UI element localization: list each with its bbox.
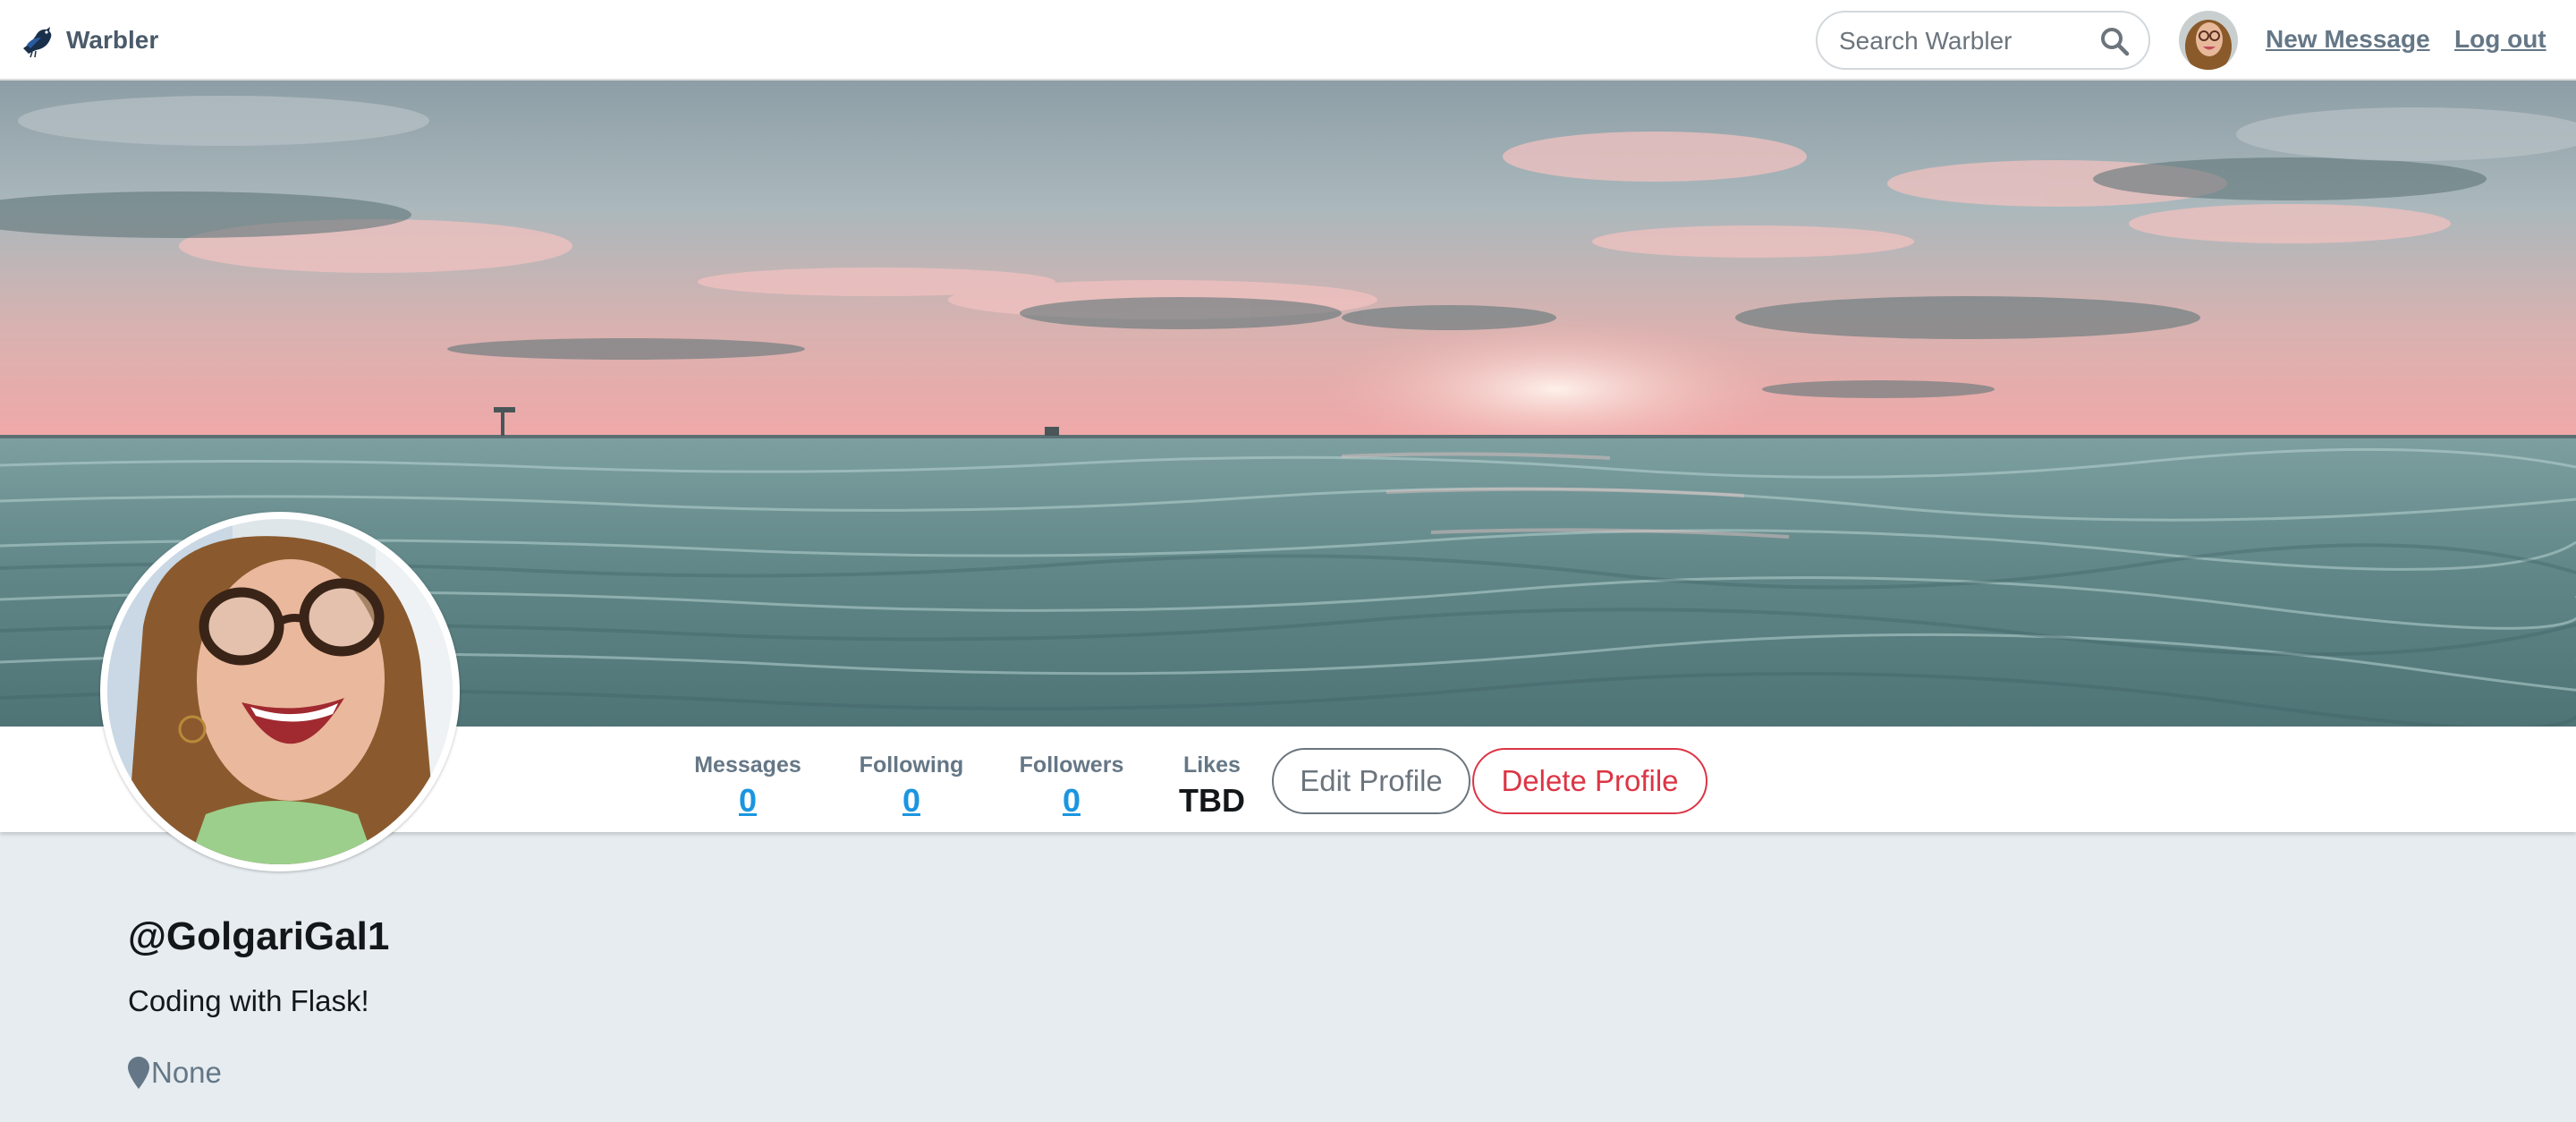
profile-location: None — [128, 1056, 222, 1090]
stat-label: Following — [859, 752, 964, 778]
navbar: Warbler New Message Log out — [0, 0, 2576, 81]
brand-link[interactable]: Warbler — [20, 18, 158, 63]
search-input[interactable] — [1837, 21, 2082, 61]
stat-label: Likes — [1183, 752, 1241, 778]
stat-label: Followers — [1019, 752, 1124, 778]
new-message-link[interactable]: New Message — [2266, 25, 2430, 54]
stat-followers: Followers 0 — [1018, 752, 1125, 821]
profile-bio: Coding with Flask! — [128, 984, 369, 1017]
edit-profile-button[interactable]: Edit Profile — [1272, 748, 1470, 814]
brand-name: Warbler — [66, 26, 159, 54]
search-icon[interactable] — [2098, 25, 2131, 57]
bird-logo-icon — [23, 27, 52, 58]
stat-likes: Likes TBD — [1177, 752, 1247, 821]
search-box — [1816, 11, 2150, 70]
logout-link[interactable]: Log out — [2454, 25, 2546, 54]
map-pin-icon — [128, 1057, 149, 1089]
stat-following: Following 0 — [857, 752, 966, 821]
messages-count-link[interactable]: 0 — [691, 780, 804, 821]
likes-count: TBD — [1179, 782, 1245, 819]
nav-avatar[interactable] — [2179, 11, 2238, 70]
profile-username: @GolgariGal1 — [128, 914, 390, 958]
followers-count-link[interactable]: 0 — [1018, 780, 1125, 821]
stat-label: Messages — [694, 752, 801, 778]
following-count-link[interactable]: 0 — [857, 780, 966, 821]
stat-messages: Messages 0 — [691, 752, 804, 821]
delete-profile-button[interactable]: Delete Profile — [1472, 748, 1707, 814]
location-text: None — [151, 1056, 222, 1089]
profile-avatar — [100, 512, 460, 871]
